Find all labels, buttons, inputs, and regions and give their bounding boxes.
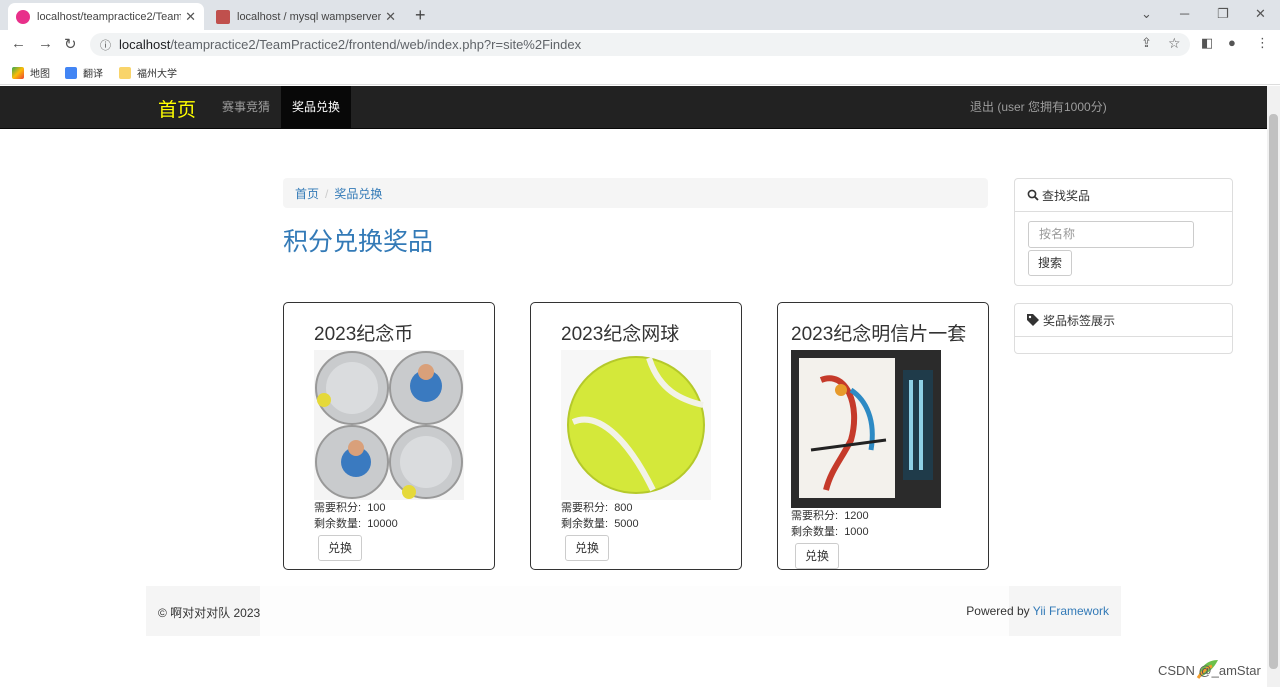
search-panel-title: 查找奖品 (1042, 188, 1091, 203)
close-tab-icon[interactable]: ✕ (385, 9, 396, 25)
close-window-icon[interactable]: ✕ (1255, 6, 1266, 22)
bookmark-star-icon[interactable]: ☆ (1168, 35, 1181, 52)
bookmark-label: 福州大学 (137, 69, 177, 80)
breadcrumb-home[interactable]: 首页 (295, 187, 319, 201)
favicon-icon (16, 9, 30, 24)
prize-info: 需要积分: 1200 剩余数量: 1000 (791, 508, 869, 540)
back-icon[interactable]: ← (11, 35, 26, 52)
postcard-image (791, 350, 941, 508)
bookmark-label: 地图 (30, 69, 50, 80)
stock-value: 1000 (844, 526, 869, 538)
exchange-button[interactable]: 兑换 (795, 543, 839, 569)
stock-value: 5000 (614, 518, 639, 530)
tags-icon (1027, 314, 1039, 326)
menu-icon[interactable]: ⋮ (1256, 35, 1269, 51)
new-tab-icon[interactable]: + (415, 5, 426, 26)
tab-search-icon[interactable]: ⌄ (1141, 6, 1152, 22)
brand-link[interactable]: 首页 (158, 95, 196, 122)
tags-panel-title: 奖品标签展示 (1043, 313, 1116, 328)
minimize-icon[interactable]: ─ (1180, 6, 1189, 21)
tab-title: localhost/teampractice2/Team (37, 10, 182, 23)
search-icon (1027, 189, 1039, 201)
forward-icon[interactable]: → (38, 35, 53, 52)
prize-info: 需要积分: 100 剩余数量: 10000 (314, 500, 398, 532)
prize-card: 2023纪念币 需要积分: 100 剩余数量: 10000 兑换 (283, 302, 495, 570)
coin-image (314, 350, 464, 500)
prize-info: 需要积分: 800 剩余数量: 5000 (561, 500, 639, 532)
map-icon (12, 66, 24, 79)
prize-name: 2023纪念明信片一套 (791, 324, 967, 345)
translate-icon (65, 66, 77, 79)
breadcrumb-separator: / (325, 187, 329, 201)
breadcrumb: 首页 / 奖品兑换 (283, 178, 988, 208)
footer: © 啊对对对队 2023 Powered by Yii Framework (146, 586, 1121, 636)
url-path: /teampractice2/TeamPractice2/frontend/we… (170, 37, 582, 52)
csdn-watermark: CSDN @_amStar (1158, 663, 1261, 678)
side-panel-icon[interactable]: ◧ (1201, 35, 1213, 51)
bookmark-translate[interactable]: 翻译 (65, 65, 103, 80)
points-label: 需要积分: (314, 502, 362, 514)
close-tab-icon[interactable]: ✕ (185, 9, 196, 25)
share-icon[interactable]: ⇪ (1141, 35, 1152, 51)
points-value: 1200 (844, 510, 869, 522)
browser-tab-strip: localhost/teampractice2/Team ✕ localhost… (0, 0, 1280, 30)
logout-link[interactable]: 退出 (user 您拥有1000分) (970, 86, 1107, 128)
points-label: 需要积分: (561, 502, 609, 514)
site-navbar: 首页 赛事竞猜 奖品兑换 退出 (user 您拥有1000分) (0, 86, 1267, 129)
bookmark-folder[interactable]: 福州大学 (119, 65, 177, 80)
stock-label: 剩余数量: (791, 526, 839, 538)
stock-label: 剩余数量: (314, 518, 362, 530)
footer-copyright: © 啊对对对队 2023 (158, 606, 261, 620)
browser-tab-inactive[interactable]: localhost / mysql wampserver ✕ (208, 3, 404, 30)
footer-powered-prefix: Powered by (966, 604, 1033, 618)
exchange-button[interactable]: 兑换 (565, 535, 609, 561)
prize-name: 2023纪念网球 (561, 324, 680, 345)
browser-tab-active[interactable]: localhost/teampractice2/Team ✕ (8, 3, 204, 30)
address-bar-row: ← → ↻ ⓘ localhost/teampractice2/TeamPrac… (0, 30, 1280, 59)
tags-panel: 奖品标签展示 (1014, 303, 1233, 354)
prize-card: 2023纪念明信片一套 需要积分: 1200 剩余数量: 1000 兑换 (777, 302, 989, 570)
page-title: 积分兑换奖品 (283, 228, 434, 256)
stock-value: 10000 (367, 518, 398, 530)
bookmarks-bar: 地图 翻译 福州大学 (0, 59, 1280, 85)
tab-title: localhost / mysql wampserver (237, 10, 382, 23)
favicon-icon (216, 9, 230, 24)
breadcrumb-current[interactable]: 奖品兑换 (334, 187, 382, 201)
scrollbar-thumb[interactable] (1269, 114, 1278, 669)
points-value: 800 (614, 502, 633, 514)
profile-icon[interactable]: ● (1228, 35, 1236, 50)
reload-icon[interactable]: ↻ (64, 35, 77, 53)
footer-powered-by: Powered by Yii Framework (966, 604, 1109, 618)
bookmark-label: 翻译 (83, 69, 103, 80)
url-host: localhost (119, 37, 171, 52)
search-button[interactable]: 搜索 (1028, 250, 1072, 276)
prize-card: 2023纪念网球 需要积分: 800 剩余数量: 5000 兑换 (530, 302, 742, 570)
nav-link-match-guess[interactable]: 赛事竞猜 (211, 86, 281, 128)
folder-icon (119, 66, 131, 79)
yii-link[interactable]: Yii Framework (1033, 604, 1109, 618)
site-info-icon[interactable]: ⓘ (100, 37, 111, 53)
stock-label: 剩余数量: (561, 518, 609, 530)
page-scrollbar[interactable] (1267, 86, 1280, 687)
points-value: 100 (367, 502, 386, 514)
tags-panel-heading: 奖品标签展示 (1015, 304, 1232, 337)
bookmark-map[interactable]: 地图 (12, 65, 50, 80)
footer-overlay (260, 586, 1009, 636)
restore-icon[interactable]: ❐ (1217, 6, 1229, 22)
tennis-ball-image (561, 350, 711, 500)
search-input[interactable]: 按名称 (1028, 221, 1194, 248)
search-panel-heading: 查找奖品 (1015, 179, 1232, 212)
points-label: 需要积分: (791, 510, 839, 522)
nav-link-prize-exchange[interactable]: 奖品兑换 (281, 86, 352, 128)
url-field[interactable]: ⓘ localhost/teampractice2/TeamPractice2/… (90, 33, 1190, 56)
prize-name: 2023纪念币 (314, 324, 414, 345)
search-panel: 查找奖品 按名称 搜索 (1014, 178, 1233, 286)
exchange-button[interactable]: 兑换 (318, 535, 362, 561)
